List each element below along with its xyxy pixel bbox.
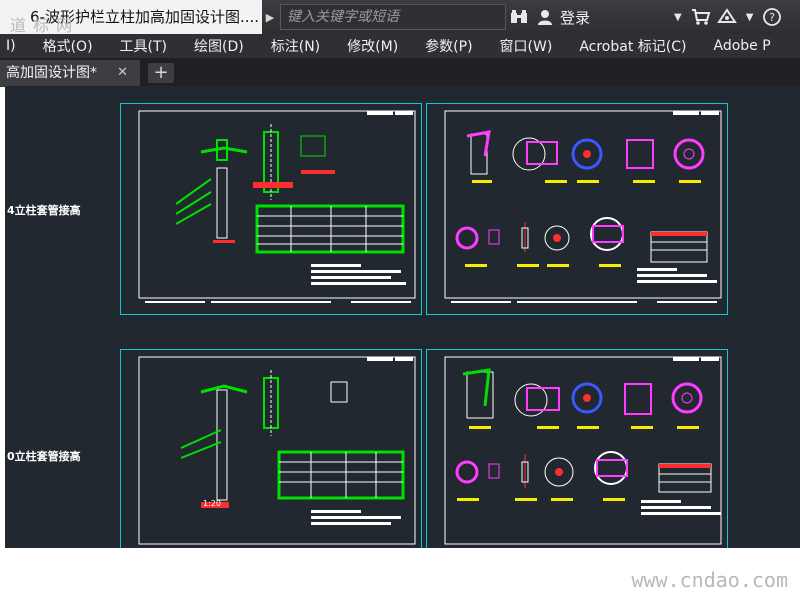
menu-item-format[interactable]: 格式(O)	[43, 36, 93, 56]
login-dropdown-icon[interactable]: ▼	[674, 12, 682, 23]
drawing-sheet-4[interactable]	[426, 349, 728, 548]
sheet-2-drawing	[444, 110, 722, 303]
active-document-tab[interactable]: 高加固设计图* ✕	[0, 60, 140, 86]
drawing-canvas[interactable]: 4立柱套管接高 0立柱套管接高 1:20	[5, 86, 800, 548]
menu-item-draw[interactable]: 绘图(D)	[194, 36, 244, 56]
title-bar: 道 标 网 6-波形护栏立柱加高加固设计图.... ▶ 键入关键字或短语 登录 …	[0, 0, 800, 35]
search-input[interactable]: 键入关键字或短语	[280, 4, 506, 30]
exchange-icon[interactable]	[714, 4, 740, 30]
menu-item-window[interactable]: 窗口(W)	[500, 36, 553, 56]
menu-item-parametric[interactable]: 参数(P)	[425, 36, 472, 56]
row-label-top: 4立柱套管接高	[7, 204, 81, 217]
help-icon[interactable]: ?	[759, 4, 785, 30]
menu-item-acrobat[interactable]: Acrobat 标记(C)	[579, 36, 686, 56]
menu-item-tools[interactable]: 工具(T)	[120, 36, 167, 56]
menu-item-dimension[interactable]: 标注(N)	[271, 36, 320, 56]
close-tab-icon[interactable]: ✕	[117, 60, 128, 86]
active-document-tab-label: 高加固设计图*	[6, 65, 97, 81]
sheet-4-drawing	[444, 356, 722, 545]
exchange-dropdown-icon[interactable]: ▼	[746, 12, 754, 23]
user-icon[interactable]	[532, 4, 558, 30]
scale-label: 1:20	[203, 499, 221, 508]
sheet-1-drawing	[138, 110, 416, 303]
menu-item-insert[interactable]: I)	[6, 38, 16, 54]
drawing-sheet-2[interactable]	[426, 103, 728, 315]
watermark-logo: 道 标 网	[10, 16, 74, 34]
svg-text:?: ?	[770, 11, 776, 24]
menu-item-adobe[interactable]: Adobe P	[713, 38, 770, 54]
new-tab-button[interactable]: +	[148, 63, 174, 83]
binoculars-icon[interactable]	[506, 4, 532, 30]
sheet-3-drawing: 1:20	[138, 356, 416, 545]
menu-item-modify[interactable]: 修改(M)	[347, 36, 398, 56]
bottom-white-area: www.cndao.com	[0, 548, 800, 600]
title-arrow-icon[interactable]: ▶	[262, 0, 278, 34]
row-label-bottom: 0立柱套管接高	[7, 450, 81, 463]
cart-icon[interactable]	[688, 4, 714, 30]
file-title: 道 标 网 6-波形护栏立柱加高加固设计图....	[0, 0, 262, 34]
site-watermark: www.cndao.com	[631, 568, 788, 592]
drawing-sheet-1[interactable]	[120, 103, 422, 315]
drawing-sheet-3[interactable]: 1:20	[120, 349, 422, 548]
document-tab-bar: 高加固设计图* ✕ +	[0, 58, 800, 87]
menu-bar: I) 格式(O) 工具(T) 绘图(D) 标注(N) 修改(M) 参数(P) 窗…	[0, 34, 800, 58]
login-button[interactable]: 登录	[560, 7, 590, 28]
